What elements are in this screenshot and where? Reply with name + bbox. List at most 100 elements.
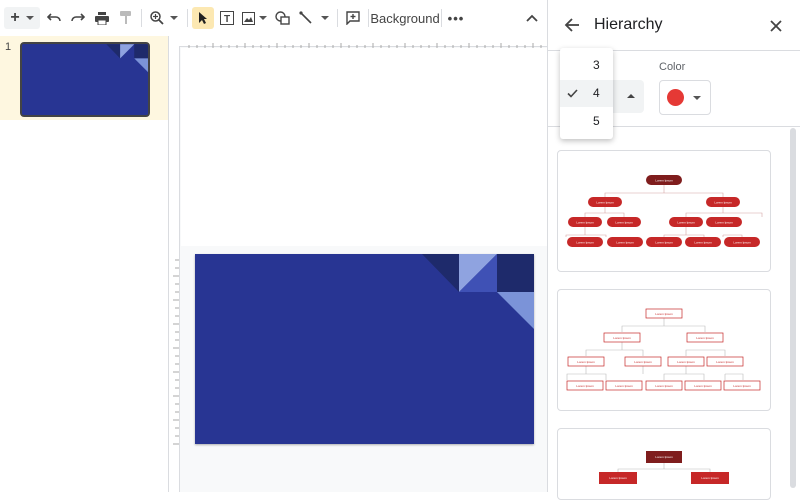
hierarchy-diagram-filled: Lorem Ipsum Lorem Ipsum Lorem Ipsum Lorem… bbox=[565, 175, 763, 247]
text-box-icon: T bbox=[220, 11, 234, 25]
canvas-blank-area bbox=[181, 48, 547, 246]
node-label: Lorem Ipsum bbox=[655, 179, 673, 183]
line-button[interactable] bbox=[297, 7, 331, 29]
horizontal-ruler bbox=[169, 36, 547, 49]
node-label: Lorem Ipsum bbox=[655, 455, 673, 459]
undo-button[interactable] bbox=[44, 7, 64, 29]
chevron-down-icon bbox=[170, 16, 178, 20]
print-button[interactable] bbox=[92, 7, 112, 29]
node-label: Lorem Ipsum bbox=[733, 384, 751, 388]
level-option-5[interactable]: 5 bbox=[560, 108, 613, 135]
node-label: Lorem Ipsum bbox=[701, 476, 719, 480]
node-label: Lorem Ipsum bbox=[694, 241, 712, 245]
checkmark-icon bbox=[567, 89, 578, 98]
slide-number: 1 bbox=[5, 41, 12, 53]
hierarchy-template-card-2[interactable]: Lorem Ipsum Lorem Ipsum Lorem Ipsum Lorem… bbox=[557, 289, 771, 411]
node-label: Lorem Ipsum bbox=[655, 312, 673, 316]
levels-dropdown: 3 4 5 bbox=[560, 48, 613, 139]
chevron-down-icon bbox=[321, 16, 329, 20]
level-option-label: 3 bbox=[593, 58, 600, 72]
toolbar-divider bbox=[441, 9, 442, 27]
add-comment-button[interactable] bbox=[343, 7, 363, 29]
node-label: Lorem Ipsum bbox=[596, 201, 614, 205]
slide-corner-graphic bbox=[422, 254, 534, 329]
level-option-label: 5 bbox=[593, 114, 600, 128]
collapse-toolbar-button[interactable] bbox=[522, 7, 542, 29]
image-icon bbox=[241, 11, 255, 25]
shape-button[interactable] bbox=[272, 7, 292, 29]
chevron-down-icon bbox=[693, 96, 701, 100]
paint-format-icon bbox=[120, 11, 131, 24]
color-swatch bbox=[667, 89, 684, 106]
cursor-icon bbox=[199, 12, 207, 24]
toolbar-divider bbox=[368, 9, 369, 27]
node-label: Lorem Ipsum bbox=[714, 201, 732, 205]
text-box-button[interactable]: T bbox=[217, 7, 237, 29]
hierarchy-diagram-outline: Lorem Ipsum Lorem Ipsum Lorem Ipsum Lorem… bbox=[566, 308, 761, 391]
hierarchy-diagram-blocks: Lorem Ipsum Lorem Ipsum Lorem Ipsum bbox=[599, 451, 729, 484]
close-button[interactable] bbox=[770, 19, 782, 37]
panel-title: Hierarchy bbox=[594, 16, 663, 33]
node-label: Lorem Ipsum bbox=[616, 241, 634, 245]
undo-icon bbox=[47, 13, 61, 22]
toolbar: + T Background ••• bbox=[0, 0, 547, 37]
chevron-down-icon bbox=[25, 16, 34, 20]
panel-header: Hierarchy bbox=[548, 0, 800, 51]
background-button[interactable]: Background bbox=[370, 7, 439, 29]
level-option-4[interactable]: 4 bbox=[560, 80, 613, 107]
toolbar-divider bbox=[141, 9, 142, 27]
node-label: Lorem Ipsum bbox=[716, 360, 734, 364]
node-label: Lorem Ipsum bbox=[696, 336, 714, 340]
more-options-button[interactable]: ••• bbox=[447, 7, 465, 29]
select-tool-button[interactable] bbox=[192, 7, 214, 29]
add-comment-icon bbox=[346, 11, 360, 25]
redo-button[interactable] bbox=[68, 7, 88, 29]
slide-canvas[interactable] bbox=[195, 254, 534, 444]
node-label: Lorem Ipsum bbox=[577, 360, 595, 364]
zoom-icon bbox=[150, 11, 164, 25]
node-label: Lorem Ipsum bbox=[677, 221, 695, 225]
panel-scrollbar[interactable] bbox=[790, 128, 796, 488]
chevron-down-icon bbox=[258, 16, 267, 20]
slide-thumbnail-graphic bbox=[22, 44, 148, 115]
hierarchy-template-card-1[interactable]: Lorem Ipsum Lorem Ipsum Lorem Ipsum Lorem… bbox=[557, 150, 771, 272]
node-label: Lorem Ipsum bbox=[634, 360, 652, 364]
slide-square-dark bbox=[497, 254, 534, 292]
slide-triangle-accent bbox=[497, 292, 534, 329]
color-picker-button[interactable] bbox=[659, 80, 711, 115]
redo-icon bbox=[71, 13, 85, 22]
editor-canvas bbox=[169, 36, 547, 492]
level-option-3[interactable]: 3 bbox=[560, 52, 613, 79]
node-label: Lorem Ipsum bbox=[655, 241, 673, 245]
slide-triangle-dark bbox=[422, 254, 459, 292]
node-label: Lorem Ipsum bbox=[655, 384, 673, 388]
node-label: Lorem Ipsum bbox=[613, 336, 631, 340]
more-horizontal-icon: ••• bbox=[447, 10, 465, 26]
insert-image-button[interactable] bbox=[240, 7, 268, 29]
vertical-ruler bbox=[169, 46, 180, 492]
chevron-up-icon bbox=[526, 14, 538, 22]
shape-icon bbox=[274, 11, 290, 25]
node-label: Lorem Ipsum bbox=[677, 360, 695, 364]
print-icon bbox=[95, 11, 109, 25]
close-icon bbox=[770, 20, 782, 32]
toolbar-divider bbox=[187, 9, 188, 27]
hierarchy-template-card-3[interactable]: Lorem Ipsum Lorem Ipsum Lorem Ipsum bbox=[557, 428, 771, 500]
slide-row[interactable]: 1 bbox=[0, 36, 168, 120]
svg-text:T: T bbox=[224, 14, 230, 25]
node-label: Lorem Ipsum bbox=[615, 384, 633, 388]
toolbar-divider bbox=[337, 9, 338, 27]
color-label: Color bbox=[659, 61, 686, 73]
caret-up-icon bbox=[627, 94, 635, 98]
level-option-label: 4 bbox=[593, 86, 600, 100]
node-label: Lorem Ipsum bbox=[733, 241, 751, 245]
node-label: Lorem Ipsum bbox=[694, 384, 712, 388]
node-label: Lorem Ipsum bbox=[715, 221, 733, 225]
new-slide-button[interactable]: + bbox=[4, 7, 40, 29]
zoom-button[interactable] bbox=[146, 7, 182, 29]
back-button[interactable] bbox=[564, 17, 580, 38]
arrow-left-icon bbox=[564, 18, 579, 32]
paint-format-button[interactable] bbox=[116, 7, 136, 29]
plus-icon: + bbox=[10, 9, 20, 26]
slide-thumbnail[interactable] bbox=[20, 42, 150, 117]
